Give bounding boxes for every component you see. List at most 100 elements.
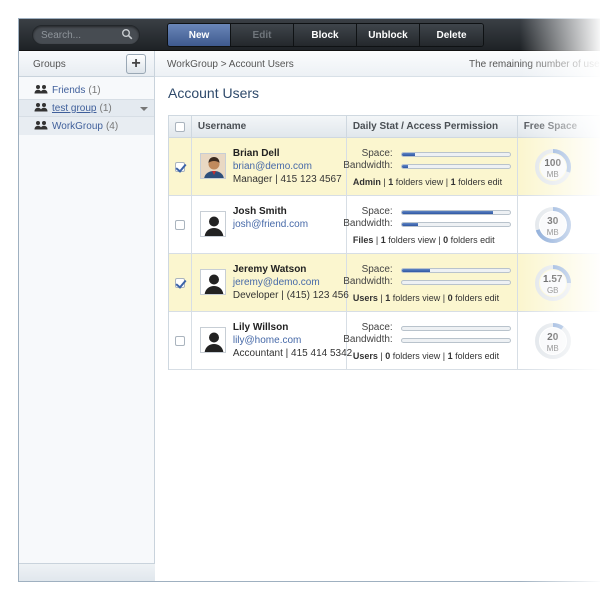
- folders-view-count: 1: [385, 293, 391, 303]
- avatar: [199, 327, 226, 353]
- space-bar: [400, 268, 511, 273]
- group-count: (1): [88, 84, 101, 96]
- app-window: New Edit Block Unblock Delete Groups + F…: [18, 18, 600, 582]
- user-cell: Brian Dell brian@demo.com Manager | 415 …: [192, 138, 347, 195]
- folders-view-label: folders view: [392, 351, 441, 361]
- sidebar-item-friends[interactable]: Friends (1): [19, 81, 154, 99]
- group-list: Friends (1) test group (1) WorkGroup (4): [19, 77, 154, 135]
- space-bar: [400, 326, 511, 331]
- group-icon: [34, 102, 48, 115]
- delete-button[interactable]: Delete: [420, 24, 483, 46]
- permission-summary: Users | 1 folders view | 0 folders edit: [352, 293, 500, 303]
- free-space-value: 1.57: [542, 274, 563, 285]
- free-space-value: 100: [544, 158, 562, 169]
- sidebar-item-workgroup[interactable]: WorkGroup (4): [19, 117, 154, 135]
- permission-summary: Admin | 1 folders view | 1 folders edit: [352, 177, 503, 187]
- user-name: Lily Willson: [232, 322, 289, 333]
- stat-cell: Space: Bandwidth: Files | 1 folders view…: [343, 196, 518, 253]
- bandwidth-fill: [401, 223, 419, 226]
- sidebar-item-test-group[interactable]: test group (1): [19, 99, 154, 117]
- chevron-down-icon[interactable]: [140, 107, 148, 111]
- groups-sidebar: Groups + Friends (1) test group (1) Work…: [19, 51, 155, 581]
- top-toolbar: New Edit Block Unblock Delete: [19, 19, 600, 51]
- avatar: [199, 211, 226, 237]
- folders-edit-count: 1: [447, 351, 453, 361]
- free-space-cell: 100 MB: [518, 138, 600, 195]
- space-label: Space:: [361, 206, 393, 217]
- block-button[interactable]: Block: [294, 24, 357, 46]
- free-space-value: 20: [547, 332, 559, 343]
- sidebar-footer: [19, 563, 155, 581]
- user-cell: Josh Smith josh@friend.com: [192, 196, 347, 253]
- free-space-unit: MB: [546, 228, 559, 237]
- folders-view-count: 1: [380, 235, 386, 245]
- folders-view-count: 0: [385, 351, 391, 361]
- unblock-button[interactable]: Unblock: [357, 24, 420, 46]
- folders-view-label: folders view: [395, 177, 444, 187]
- row-checkbox-cell: [169, 138, 192, 195]
- bandwidth-label: Bandwidth:: [343, 160, 393, 171]
- folders-view-count: 1: [388, 177, 394, 187]
- space-fill: [401, 211, 493, 214]
- folders-edit-label: folders edit: [458, 177, 503, 187]
- search-box[interactable]: [32, 25, 140, 45]
- table-row[interactable]: Brian Dell brian@demo.com Manager | 415 …: [169, 138, 600, 196]
- user-role: Manager | 415 123 4567: [232, 174, 342, 185]
- user-email-link[interactable]: josh@friend.com: [233, 219, 308, 230]
- breadcrumb[interactable]: WorkGroup > Account Users: [167, 59, 294, 70]
- add-group-button[interactable]: +: [126, 54, 146, 74]
- stat-cell: Space: Bandwidth: Users | 0 folders view…: [343, 312, 518, 369]
- bandwidth-bar: [400, 222, 511, 227]
- page-title: Account Users: [168, 85, 260, 101]
- bandwidth-bar: [400, 280, 511, 285]
- user-email-link[interactable]: jeremy@demo.com: [233, 277, 320, 288]
- permission-type: Users: [352, 293, 378, 303]
- users-table: Username Daily Stat / Access Permission …: [168, 115, 600, 370]
- folders-view-label: folders view: [388, 235, 436, 245]
- row-checkbox-cell: [169, 254, 192, 311]
- folders-view-label: folders view: [392, 293, 441, 303]
- column-header-username[interactable]: Username: [192, 116, 347, 137]
- folders-edit-label: folders edit: [450, 235, 495, 245]
- table-header: Username Daily Stat / Access Permission …: [169, 116, 600, 138]
- new-button[interactable]: New: [168, 24, 231, 46]
- column-header-free-space[interactable]: Free Space: [518, 116, 600, 137]
- user-cell: Jeremy Watson jeremy@demo.com Developer …: [192, 254, 349, 311]
- permission-summary: Files | 1 folders view | 0 folders edit: [352, 235, 495, 245]
- user-name: Brian Dell: [232, 148, 280, 159]
- group-name: WorkGroup: [52, 120, 103, 132]
- table-row[interactable]: Jeremy Watson jeremy@demo.com Developer …: [169, 254, 600, 312]
- select-all-cell: [169, 116, 192, 137]
- bandwidth-bar: [400, 338, 511, 343]
- edit-button[interactable]: Edit: [231, 24, 294, 46]
- remaining-users-text: The remaining number of users: [469, 59, 600, 70]
- user-email-link[interactable]: lily@home.com: [233, 335, 302, 346]
- search-input[interactable]: [41, 28, 119, 42]
- row-checkbox[interactable]: [174, 335, 185, 346]
- bandwidth-label: Bandwidth:: [343, 218, 393, 229]
- select-all-checkbox[interactable]: [174, 121, 185, 132]
- free-space-unit: MB: [546, 344, 559, 353]
- permission-type: Files: [352, 235, 374, 245]
- row-checkbox[interactable]: [174, 219, 185, 230]
- row-checkbox[interactable]: [174, 161, 185, 172]
- folders-edit-label: folders edit: [455, 351, 500, 361]
- search-icon[interactable]: [121, 28, 133, 43]
- permission-type: Users: [352, 351, 378, 361]
- group-icon: [34, 120, 48, 133]
- table-row[interactable]: Lily Willson lily@home.com Accountant | …: [169, 312, 600, 370]
- free-space-unit: MB: [546, 170, 559, 179]
- group-count: (1): [99, 102, 112, 114]
- row-checkbox[interactable]: [174, 277, 185, 288]
- column-header-stat[interactable]: Daily Stat / Access Permission: [347, 116, 518, 137]
- user-email-link[interactable]: brian@demo.com: [233, 161, 312, 172]
- main-panel: WorkGroup > Account Users The remaining …: [155, 51, 600, 581]
- space-fill: [401, 269, 430, 272]
- folders-edit-label: folders edit: [455, 293, 500, 303]
- groups-title: Groups: [33, 59, 66, 70]
- avatar: [199, 269, 226, 295]
- group-name: test group: [52, 102, 97, 114]
- free-space-cell: 1.57 GB: [518, 254, 600, 311]
- table-row[interactable]: Josh Smith josh@friend.com Space: Bandwi…: [169, 196, 600, 254]
- space-label: Space:: [361, 148, 393, 159]
